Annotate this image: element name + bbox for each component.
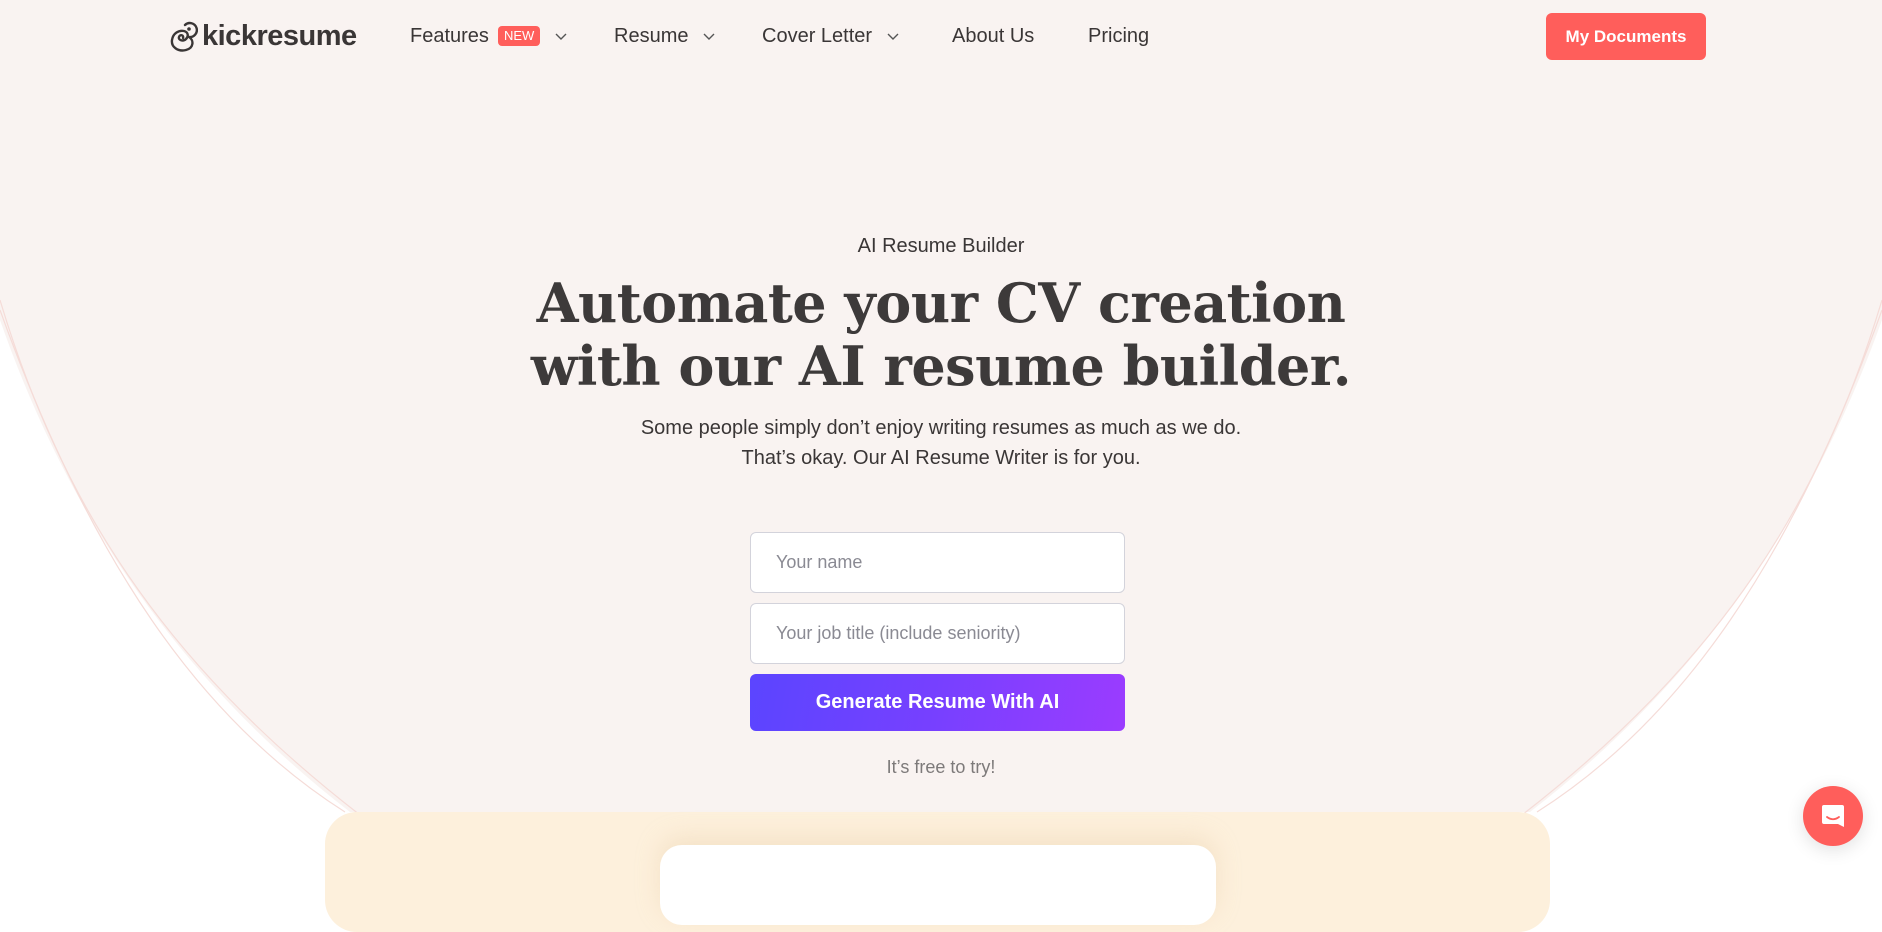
chevron-down-icon: [887, 33, 899, 40]
brand-name: kickresume: [202, 19, 357, 52]
top-nav: kickresume Features NEW Resume Cover Let…: [0, 0, 1882, 72]
nav-item-features[interactable]: Features NEW: [410, 20, 568, 52]
my-documents-button[interactable]: My Documents: [1546, 13, 1706, 60]
chat-widget-button[interactable]: [1803, 786, 1863, 846]
nav-item-about-us[interactable]: About Us: [952, 20, 1034, 52]
brand-logo[interactable]: kickresume: [168, 16, 357, 56]
nav-item-pricing[interactable]: Pricing: [1088, 20, 1149, 52]
free-note: It’s free to try!: [886, 757, 996, 777]
preview-card: [660, 845, 1216, 925]
nav-item-cover-letter[interactable]: Cover Letter: [762, 20, 900, 52]
job-title-input[interactable]: [750, 603, 1125, 664]
chevron-down-icon: [555, 33, 567, 40]
nav-label: Pricing: [1088, 24, 1150, 47]
headline-line-1: Automate your CV creation: [536, 271, 1346, 335]
nav-item-resume[interactable]: Resume: [614, 20, 716, 52]
headline-line-2: with our AI resume builder.: [530, 334, 1352, 398]
nav-label: Resume: [614, 24, 689, 47]
subtitle-line-2: That’s okay. Our AI Resume Writer is for…: [741, 447, 1141, 469]
chevron-down-icon: [703, 33, 715, 40]
name-input[interactable]: [750, 532, 1125, 593]
nav-label: Cover Letter: [762, 24, 873, 47]
nav-label: About Us: [952, 24, 1035, 47]
hero-eyebrow: AI Resume Builder: [857, 235, 1025, 257]
hero-headline: Automate your CV creation with our AI re…: [0, 272, 1882, 398]
chameleon-logo-icon: [170, 21, 198, 52]
generate-resume-button[interactable]: Generate Resume With AI: [750, 674, 1125, 731]
hero-subtitle: Some people simply don’t enjoy writing r…: [0, 413, 1882, 473]
chat-bubble-icon: [1822, 805, 1844, 827]
nav-label: Features: [410, 24, 489, 47]
new-badge: NEW: [497, 26, 541, 46]
subtitle-line-1: Some people simply don’t enjoy writing r…: [640, 417, 1242, 439]
